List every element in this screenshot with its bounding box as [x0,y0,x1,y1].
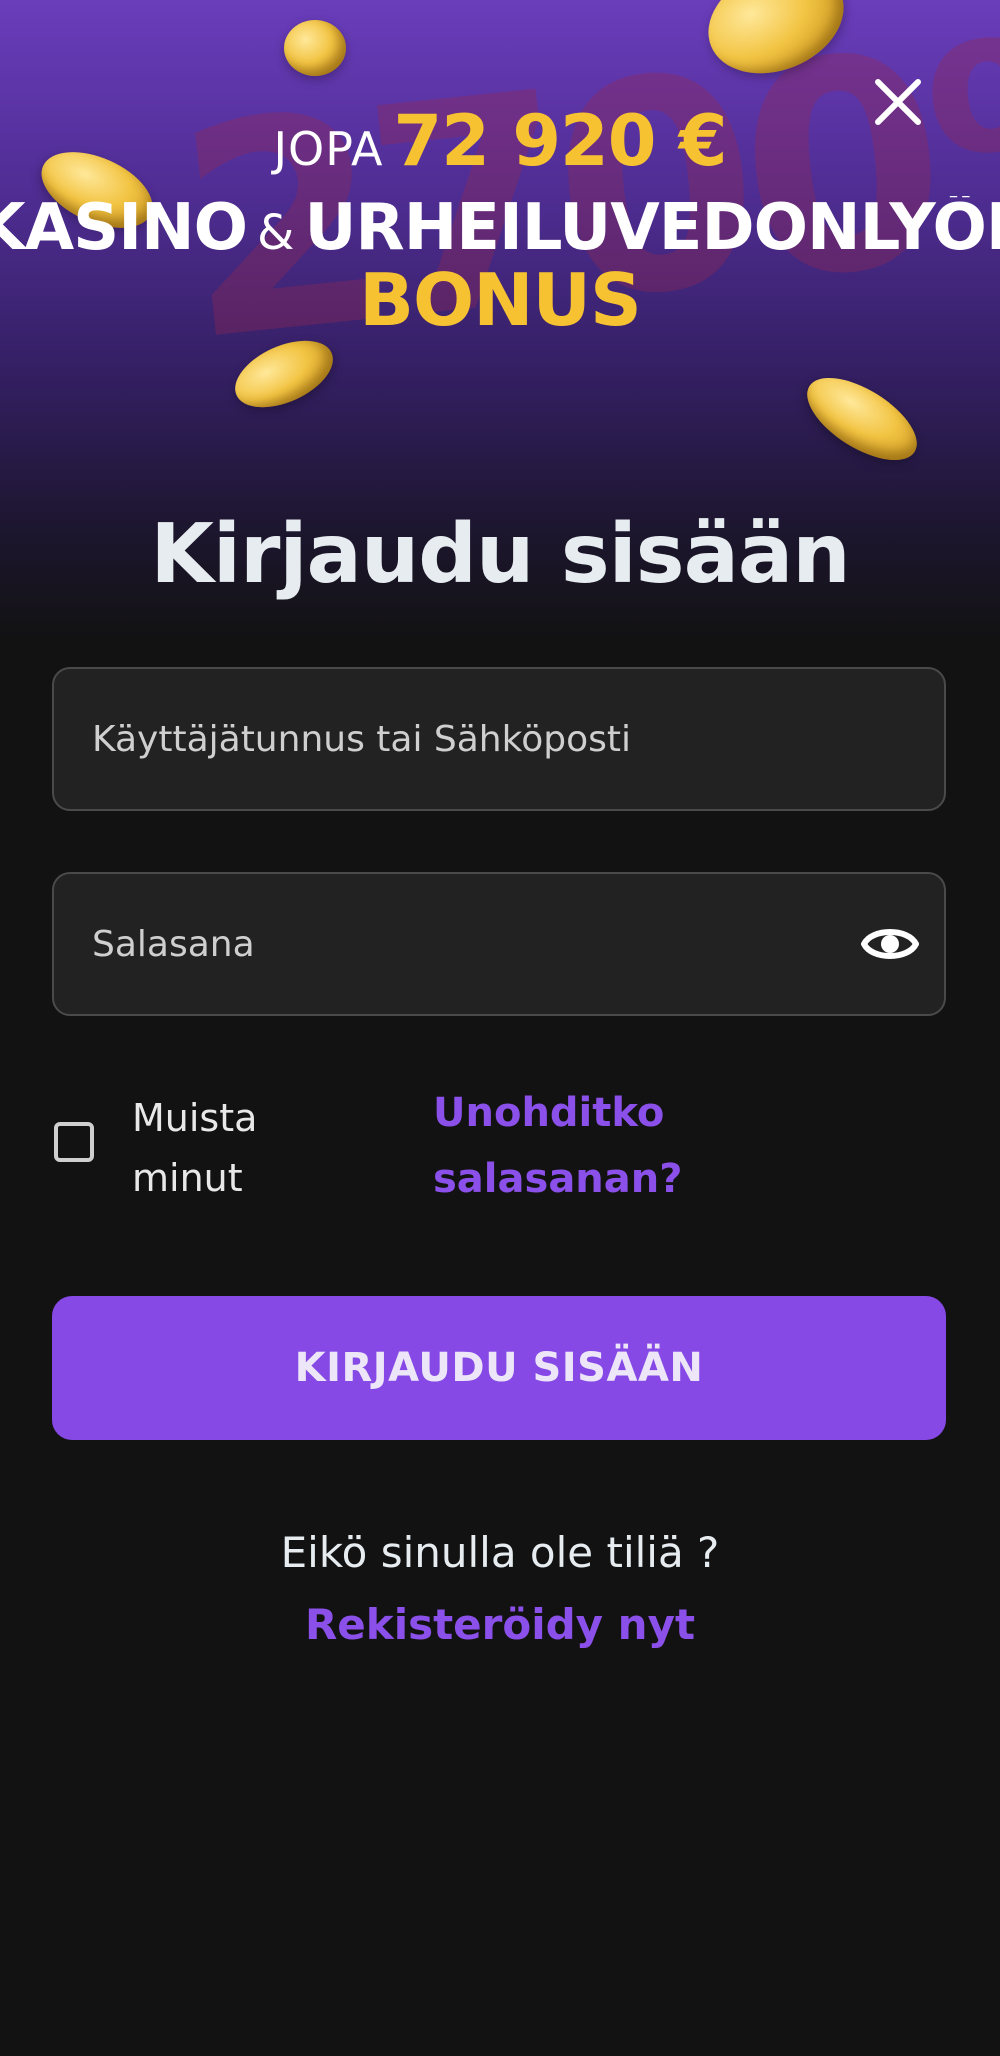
close-button[interactable] [862,66,934,138]
page-title: Kirjaudu sisään [150,507,850,602]
banner-bonus-line: BONUS [0,264,1000,336]
eye-icon [861,929,919,959]
register-link[interactable]: Rekisteröidy nyt [0,1600,1000,1650]
remember-me-label[interactable]: Muista minut [132,1088,352,1208]
coin-graphic [284,20,346,76]
show-password-button[interactable] [860,918,920,970]
banner-amount: 72 920 € [393,100,728,182]
login-page: 2700% JOPA 72 920 € KASINO & URHEILUVEDONLY… [0,0,1000,2056]
password-input[interactable] [92,874,852,1014]
remember-me[interactable]: Muista minut [52,1088,392,1204]
coin-graphic [794,361,930,477]
banner-ampersand: & [257,205,295,260]
close-icon [875,79,921,125]
banner-prefix: JOPA [273,122,384,176]
no-account-prompt: Eikö sinulla ole tiliä ? [280,1528,720,1577]
login-button[interactable]: KIRJAUDU SISÄÄN [52,1296,946,1440]
username-field-box[interactable] [52,667,946,811]
banner-bonus: BONUS [359,258,642,342]
remember-me-checkbox[interactable] [54,1122,94,1162]
banner-casino: KASINO [0,196,248,260]
password-field-box[interactable] [52,872,946,1016]
banner-products-line: KASINO&URHEILUVEDONLYÖNTI [0,196,1000,260]
username-input[interactable] [92,669,852,809]
banner-amount-line: JOPA 72 920 € [0,106,1000,176]
forgot-password-link[interactable]: Unohditko salasanan? [433,1080,753,1212]
banner-sports: URHEILUVEDONLYÖNTI [304,196,1000,260]
